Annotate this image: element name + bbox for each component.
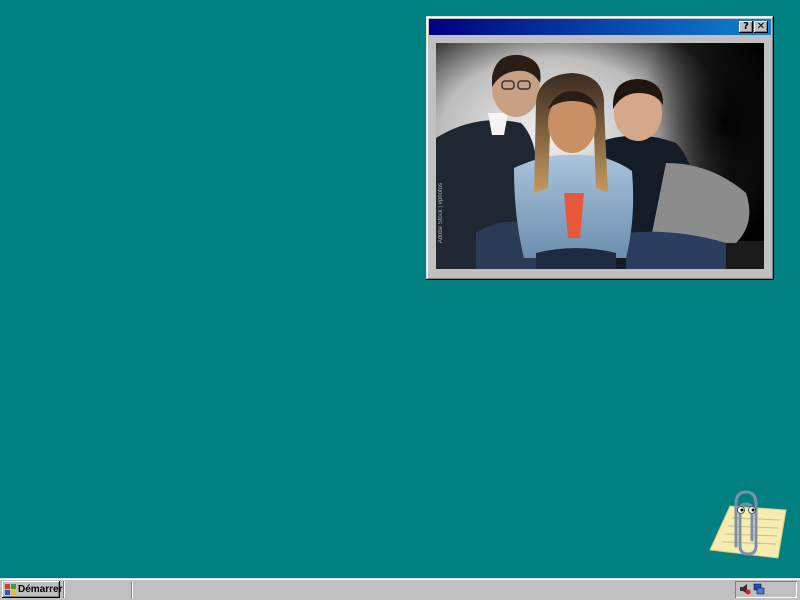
photo-viewer-window[interactable]: ? ✕ Adobe Stock | #photos <box>426 16 774 280</box>
network-icon[interactable] <box>753 583 765 595</box>
window-titlebar[interactable]: ? ✕ <box>429 19 771 35</box>
volume-icon[interactable] <box>739 583 751 595</box>
taskbar-separator <box>131 581 133 598</box>
taskbar-separator <box>63 581 65 598</box>
system-tray <box>735 581 797 598</box>
group-photo: Adobe Stock | #photos <box>436 43 764 269</box>
paperclip-assistant-icon[interactable] <box>708 488 788 560</box>
start-label: Démarrer <box>18 584 63 595</box>
help-button[interactable]: ? <box>739 21 753 33</box>
close-button[interactable]: ✕ <box>754 21 768 33</box>
start-button[interactable]: Démarrer <box>2 581 63 598</box>
windows-logo-icon <box>5 584 16 595</box>
photo-watermark: Adobe Stock | #photos <box>438 183 444 244</box>
quick-launch-area <box>66 581 128 598</box>
taskbar: Démarrer <box>0 578 800 600</box>
